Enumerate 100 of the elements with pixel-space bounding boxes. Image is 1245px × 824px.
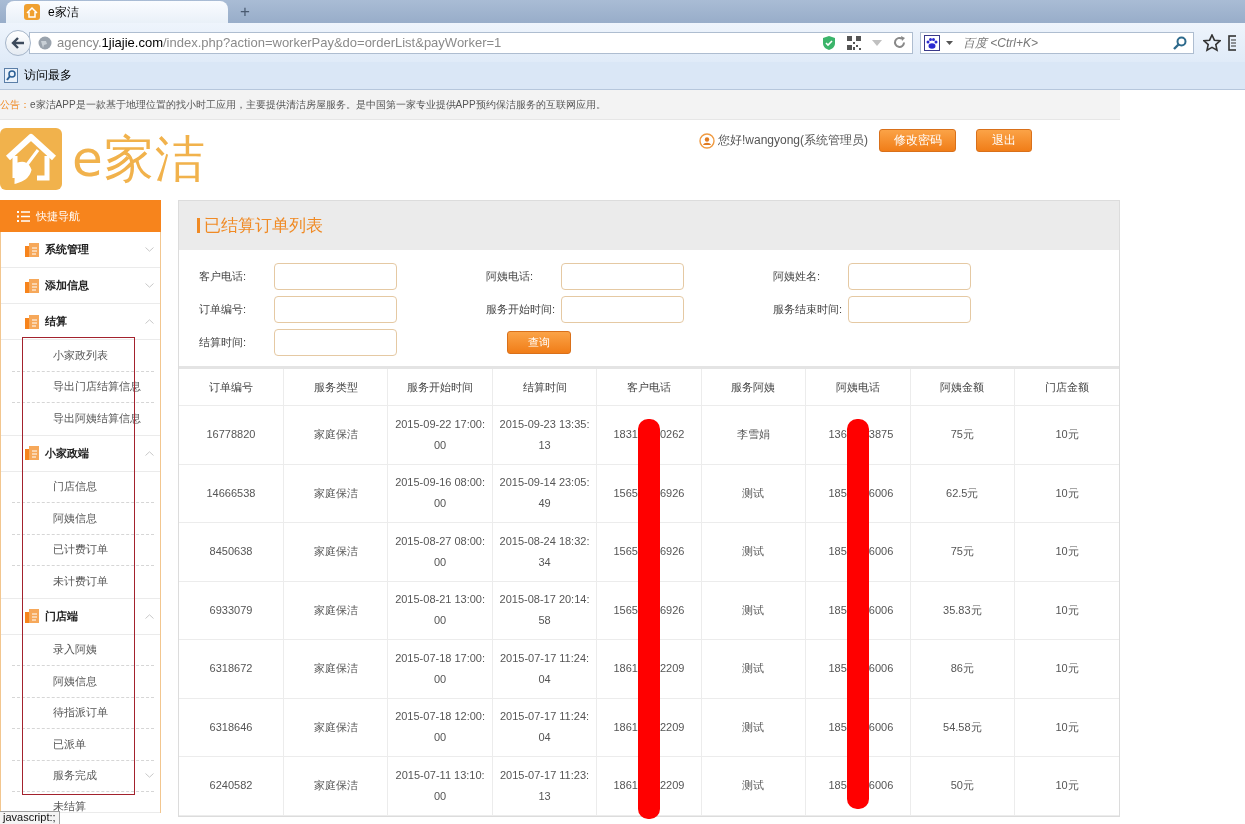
filter-label: 订单编号: (199, 302, 248, 317)
back-arrow-icon (11, 36, 25, 49)
chevron-up-icon (145, 319, 154, 324)
table-cell: 2015-07-11 13:10:00 (387, 756, 493, 815)
bookmark-item[interactable]: 访问最多 (4, 67, 72, 84)
input-field[interactable] (274, 296, 397, 323)
nav-item[interactable]: 未结算 (12, 792, 154, 812)
reload-icon[interactable] (893, 36, 906, 49)
table-cell: 50元 (910, 756, 1015, 815)
table-cell: 75元 (910, 405, 1015, 464)
input-field[interactable] (848, 296, 971, 323)
column-header: 门店金额 (1014, 369, 1119, 406)
nav-item[interactable]: 阿姨信息 (12, 666, 154, 698)
search-field[interactable]: 百度 <Ctrl+K> (963, 35, 1169, 50)
table-cell: 家庭保洁 (283, 756, 388, 815)
caret-icon[interactable] (946, 40, 953, 45)
table-cell: 16778820 (179, 405, 284, 464)
folder-stack-icon (25, 314, 39, 329)
nav-item[interactable]: 已派单 (12, 729, 154, 761)
table-cell: 2015-08-21 13:00:00 (387, 581, 493, 640)
table-cell: 2015-09-23 13:35:13 (492, 405, 597, 464)
input-field[interactable] (848, 263, 971, 290)
back-button[interactable] (5, 29, 31, 56)
input-field[interactable] (561, 296, 684, 323)
column-header: 订单编号 (179, 369, 284, 406)
table-cell: 家庭保洁 (283, 639, 388, 698)
column-header: 客户电话 (596, 369, 702, 406)
dropdown-triangle-icon[interactable] (872, 39, 882, 46)
table-cell: 14666538 (179, 464, 284, 523)
input-field[interactable] (561, 263, 684, 290)
user-icon (698, 132, 715, 149)
table-cell: 李雪娟 (701, 405, 806, 464)
filter-label: 客户电话: (199, 269, 248, 284)
table-cell: 86元 (910, 639, 1015, 698)
table-cell: 测试 (701, 464, 806, 523)
nav-group[interactable]: 门店端 (1, 598, 160, 635)
nav-item[interactable]: 小家政列表 (12, 340, 154, 372)
table-cell: 2015-09-16 08:00:00 (387, 464, 493, 523)
chevron-down-icon (145, 247, 154, 252)
table-cell: 2015-08-24 18:32:34 (492, 522, 597, 581)
nav-item[interactable]: 录入阿姨 (12, 634, 154, 666)
table-cell: 家庭保洁 (283, 405, 388, 464)
status-tooltip: javascript:; (0, 811, 60, 824)
chevron-down-icon (145, 773, 154, 779)
table-cell: 家庭保洁 (283, 522, 388, 581)
table-cell: 测试 (701, 581, 806, 640)
nav-item[interactable]: 服务完成 (12, 760, 154, 792)
folder-stack-icon (25, 446, 39, 460)
table-cell: 6318646 (179, 698, 284, 757)
url-field[interactable]: agency.1jiajie.com/index.php?action=workerPay&do=orderList&payWorker=1 (29, 31, 913, 54)
table-cell: 35.83元 (910, 581, 1015, 640)
chevron-up-icon (145, 450, 154, 456)
filter-label: 服务结束时间: (773, 302, 844, 317)
table-cell: 2015-07-17 11:23:13 (492, 756, 597, 815)
nav-item[interactable]: 阿姨信息 (12, 503, 154, 535)
search-page-icon (4, 68, 18, 83)
shield-check-icon[interactable] (822, 34, 836, 51)
column-header: 服务开始时间 (387, 369, 493, 406)
panel-title: 已结算订单列表 (197, 214, 323, 237)
column-header: 服务类型 (283, 369, 388, 406)
qr-code-icon[interactable] (847, 35, 861, 50)
table-cell: 家庭保洁 (283, 581, 388, 640)
input-field[interactable] (274, 329, 397, 356)
column-header: 服务阿姨 (701, 369, 806, 406)
star-icon[interactable] (1203, 33, 1221, 52)
house-broom-logo-icon (0, 128, 62, 190)
nav-item[interactable]: 门店信息 (12, 471, 154, 503)
nav-group[interactable]: 系统管理 (1, 232, 160, 268)
table-cell: 54.58元 (910, 698, 1015, 757)
nav-group[interactable]: 添加信息 (1, 268, 160, 304)
notice-text: 公告：e家洁APP是一款基于地理位置的找小时工应用，主要提供清洁房屋服务。是中国第一家专业提供APP预约保洁服务的互联网应用。 (0, 98, 607, 112)
filter-label: 阿姨电话: (486, 269, 535, 284)
bookmark-list-icon[interactable] (1228, 34, 1236, 51)
search-box[interactable]: 百度 <Ctrl+K> (920, 31, 1194, 54)
nav-header: 快捷导航 (0, 200, 161, 232)
user-greeting: 您好!wangyong(系统管理员) (717, 132, 868, 149)
nav-item[interactable]: 已计费订单 (12, 534, 154, 566)
nav-group[interactable]: 结算 (1, 304, 160, 340)
table-cell: 测试 (701, 756, 806, 815)
paw-icon (924, 34, 940, 51)
column-header: 阿姨电话 (805, 369, 911, 406)
table-cell: 2015-08-27 08:00:00 (387, 522, 493, 581)
filter-label: 阿姨姓名: (773, 269, 822, 284)
chevron-up-icon (145, 613, 154, 619)
logo-text: e家洁 (72, 129, 206, 190)
column-header: 结算时间 (492, 369, 597, 406)
table-cell: 2015-07-18 12:00:00 (387, 698, 493, 757)
table-cell: 6240582 (179, 756, 284, 815)
table-cell: 测试 (701, 698, 806, 757)
table-cell: 2015-07-18 17:00:00 (387, 639, 493, 698)
input-field[interactable] (274, 263, 397, 290)
list-icon (17, 210, 30, 222)
table-cell: 6318672 (179, 639, 284, 698)
table-cell: 75元 (910, 522, 1015, 581)
browser-tab[interactable]: e家洁 (6, 1, 228, 23)
table-cell: 2015-09-14 23:05:49 (492, 464, 597, 523)
search-icon[interactable] (1173, 35, 1187, 50)
nav-item[interactable]: 未计费订单 (12, 566, 154, 598)
nav-group[interactable]: 小家政端 (1, 435, 160, 472)
nav-item[interactable]: 待指派订单 (12, 697, 154, 729)
